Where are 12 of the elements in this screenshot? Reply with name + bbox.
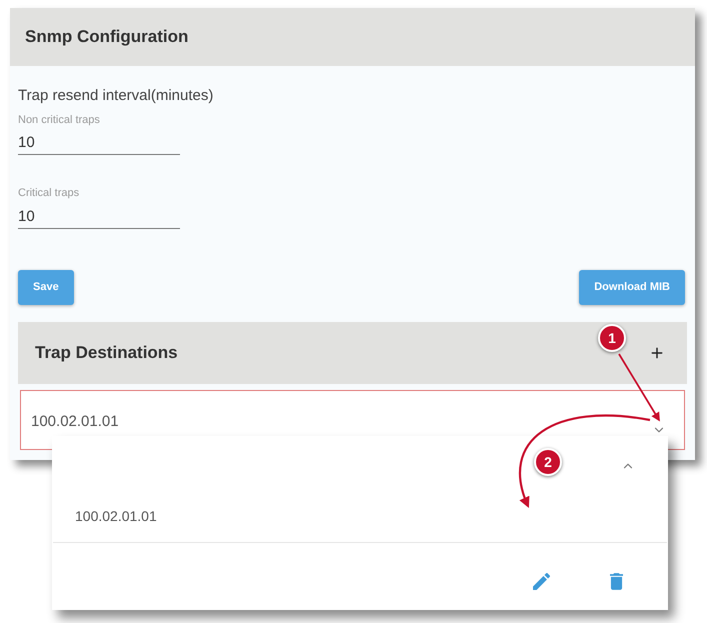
section-title: Trap Destinations: [35, 342, 178, 364]
field-label: Non critical traps: [18, 112, 101, 128]
input-field[interactable]: 10: [18, 204, 180, 228]
panel-title: Snmp Configuration: [25, 26, 188, 48]
pencil-icon[interactable]: [533, 572, 550, 590]
section-label: Trap resend interval(minutes): [18, 86, 214, 106]
field-label: Critical traps: [18, 186, 80, 201]
add-icon[interactable]: [649, 344, 665, 360]
destination-address: 100.02.01.01: [31, 412, 119, 432]
trash-icon[interactable]: [610, 572, 623, 590]
input-field[interactable]: 10: [18, 131, 180, 155]
destination-address: 100.02.01.01: [75, 507, 157, 526]
